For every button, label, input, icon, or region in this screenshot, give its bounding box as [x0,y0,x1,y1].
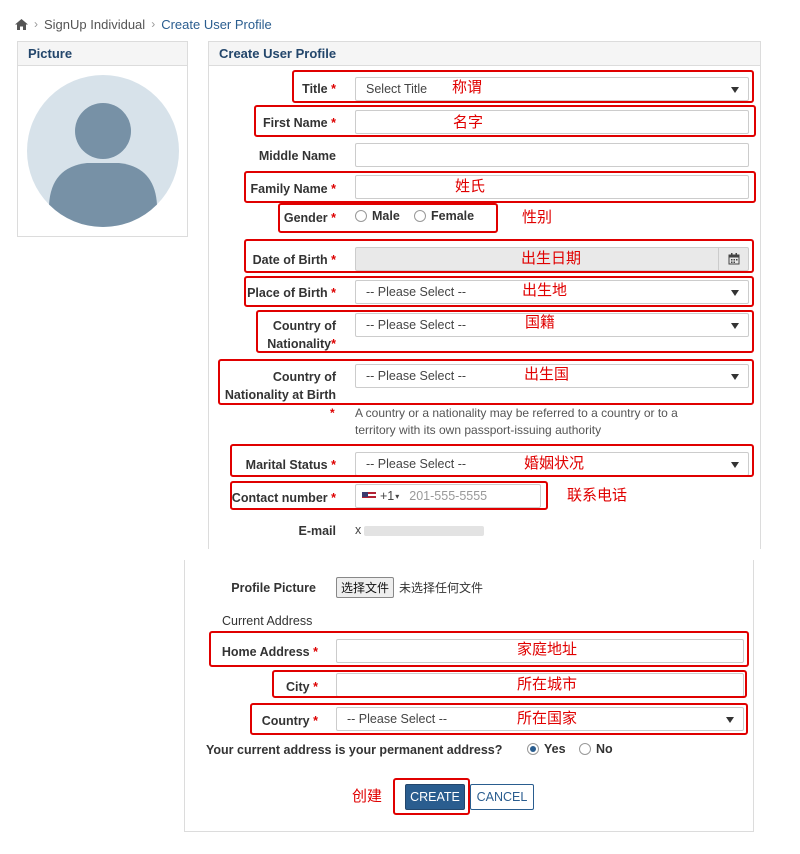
avatar [27,75,179,227]
user-silhouette-icon [49,103,157,227]
highlight-marital [230,444,754,477]
create-note: 创建 [352,788,383,805]
middle-name-input[interactable] [355,143,749,167]
breadcrumb-current[interactable]: Create User Profile [161,17,272,32]
choose-file-button[interactable]: 选择文件 [336,577,395,598]
picture-panel: Picture [17,41,188,237]
highlight-gender [278,203,498,233]
gender-note: 性别 [522,209,553,226]
file-status: 未选择任何文件 [399,581,484,595]
highlight-contact [230,481,548,510]
contact-note: 联系电话 [567,487,628,504]
permanent-yes-radio[interactable] [527,743,539,755]
chevron-right-icon: › [151,17,156,31]
permanent-no-radio[interactable] [579,743,591,755]
breadcrumb: › SignUp Individual › Create User Profil… [15,14,272,34]
cancel-button[interactable]: CANCEL [470,784,534,810]
form-panel-title: Create User Profile [209,42,760,66]
email-redacted [364,526,484,536]
highlight-title [292,70,754,103]
highlight-place-of-birth [244,276,754,307]
current-address-heading: Current Address [222,614,313,628]
highlight-create [393,778,470,815]
highlight-nationality-birth [218,359,754,405]
permanent-address-question: Your current address is your permanent a… [206,743,503,757]
profile-picture-label: Profile Picture [231,581,316,595]
highlight-nationality [256,310,754,353]
picture-panel-title: Picture [18,42,187,66]
highlight-country [250,703,748,735]
chevron-right-icon: › [34,17,38,31]
nationality-birth-required-mark: * [330,406,335,420]
nationality-help-text: A country or a nationality may be referr… [355,406,678,437]
profile-picture-picker: 选择文件 未选择任何文件 [336,577,483,598]
home-icon[interactable] [15,18,28,30]
email-label: E-mail [298,524,336,538]
highlight-family-name [244,171,756,203]
permanent-no-option[interactable]: No [579,742,613,756]
middle-name-label: Middle Name [258,149,336,163]
highlight-home-address [209,631,749,667]
breadcrumb-signup[interactable]: SignUp Individual [44,17,145,32]
highlight-first-name [254,105,756,137]
email-value: x [355,523,362,537]
highlight-city [272,670,747,698]
permanent-yes-option[interactable]: Yes [527,742,566,756]
highlight-dob [244,239,754,273]
